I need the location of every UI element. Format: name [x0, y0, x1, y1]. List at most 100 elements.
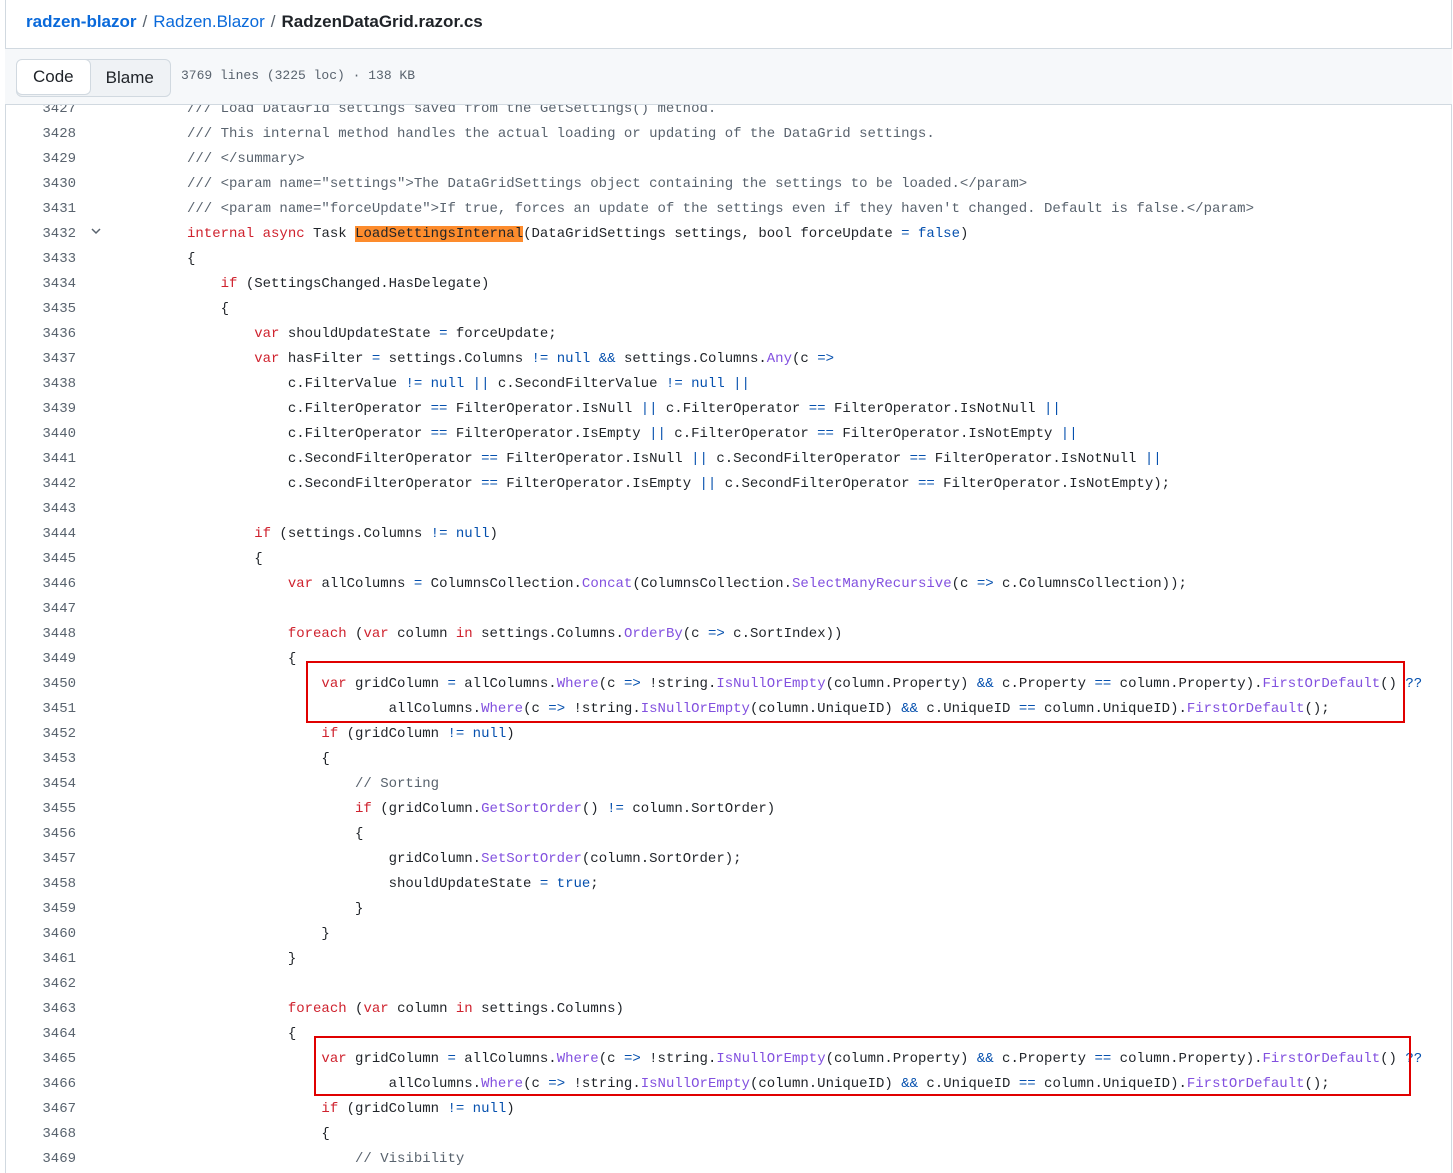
line-number[interactable]: 3429 [5, 147, 76, 172]
code-text[interactable]: allColumns.Where(c => !string.IsNullOrEm… [187, 1072, 1330, 1097]
breadcrumb-dir-link[interactable]: Radzen.Blazor [153, 12, 265, 31]
line-number[interactable]: 3432 [5, 222, 76, 247]
line-number[interactable]: 3454 [5, 772, 76, 797]
line-number[interactable]: 3439 [5, 397, 76, 422]
breadcrumb-repo-link[interactable]: radzen-blazor [26, 12, 137, 31]
line-number[interactable]: 3436 [5, 322, 76, 347]
code-text[interactable]: } [187, 897, 363, 922]
line-number[interactable]: 3468 [5, 1122, 76, 1147]
line-number[interactable]: 3457 [5, 847, 76, 872]
line-number[interactable]: 3453 [5, 747, 76, 772]
line-number[interactable]: 3450 [5, 672, 76, 697]
code-text[interactable]: c.SecondFilterOperator == FilterOperator… [187, 447, 1162, 472]
blame-tab-button[interactable]: Blame [90, 60, 170, 96]
code-text[interactable]: if (gridColumn != null) [187, 722, 514, 747]
code-text[interactable]: /// </summary> [187, 147, 305, 172]
line-number[interactable]: 3448 [5, 622, 76, 647]
line-number[interactable]: 3435 [5, 297, 76, 322]
code-text[interactable]: // Sorting [187, 772, 439, 797]
code-line: 3428 /// This internal method handles the… [5, 122, 1452, 147]
code-text[interactable]: c.FilterOperator == FilterOperator.IsNul… [187, 397, 1061, 422]
code-text[interactable]: { [187, 1022, 296, 1047]
code-text[interactable]: /// This internal method handles the act… [187, 122, 935, 147]
code-text[interactable]: /// <param name="forceUpdate">If true, f… [187, 197, 1254, 222]
code-text[interactable]: { [187, 822, 363, 847]
code-text[interactable]: internal async Task LoadSettingsInternal… [187, 222, 968, 247]
line-number[interactable]: 3458 [5, 872, 76, 897]
line-number[interactable]: 3445 [5, 547, 76, 572]
line-number[interactable]: 3428 [5, 122, 76, 147]
code-text[interactable]: if (gridColumn.GetSortOrder() != column.… [187, 797, 775, 822]
line-number[interactable]: 3463 [5, 997, 76, 1022]
code-text[interactable]: { [187, 297, 229, 322]
code-line: 3430 /// <param name="settings">The DataG… [5, 172, 1452, 197]
code-text[interactable]: foreach (var column in settings.Columns.… [187, 622, 843, 647]
code-text[interactable]: var allColumns = ColumnsCollection.Conca… [187, 572, 1187, 597]
line-number[interactable]: 3441 [5, 447, 76, 472]
line-number[interactable]: 3460 [5, 922, 76, 947]
line-number[interactable]: 3449 [5, 647, 76, 672]
line-number[interactable]: 3444 [5, 522, 76, 547]
line-number[interactable]: 3461 [5, 947, 76, 972]
code-text[interactable]: shouldUpdateState = true; [187, 872, 599, 897]
line-number[interactable]: 3434 [5, 272, 76, 297]
code-text[interactable]: if (SettingsChanged.HasDelegate) [187, 272, 490, 297]
line-number[interactable]: 3427 [5, 105, 76, 122]
line-number[interactable]: 3431 [5, 197, 76, 222]
code-text[interactable]: var hasFilter = settings.Columns != null… [187, 347, 834, 372]
code-text[interactable]: /// Load DataGrid settings saved from th… [187, 105, 716, 122]
line-number[interactable]: 3466 [5, 1072, 76, 1097]
code-text[interactable]: c.FilterValue != null || c.SecondFilterV… [187, 372, 750, 397]
code-text[interactable]: if (gridColumn != null) [187, 1097, 514, 1122]
code-line: 3433 { [5, 247, 1452, 272]
code-text[interactable]: allColumns.Where(c => !string.IsNullOrEm… [187, 697, 1330, 722]
code-text[interactable]: // Visibility [187, 1147, 464, 1172]
line-number[interactable]: 3438 [5, 372, 76, 397]
code-line: 3443 [5, 497, 1452, 522]
line-number[interactable]: 3446 [5, 572, 76, 597]
line-number[interactable]: 3430 [5, 172, 76, 197]
code-text[interactable]: gridColumn.SetSortOrder(column.SortOrder… [187, 847, 742, 872]
code-line: 3464 { [5, 1022, 1452, 1047]
code-text[interactable]: } [187, 947, 296, 972]
code-line: 3453 { [5, 747, 1452, 772]
code-text[interactable]: { [187, 547, 262, 572]
line-number[interactable]: 3455 [5, 797, 76, 822]
line-number[interactable]: 3451 [5, 697, 76, 722]
code-text[interactable]: { [187, 747, 329, 772]
code-line: 3446 var allColumns = ColumnsCollection.… [5, 572, 1452, 597]
code-line: 3442 c.SecondFilterOperator == FilterOpe… [5, 472, 1452, 497]
line-number[interactable]: 3442 [5, 472, 76, 497]
code-text[interactable]: } [187, 922, 329, 947]
code-text[interactable]: var gridColumn = allColumns.Where(c => !… [187, 1047, 1422, 1072]
code-line: 3444 if (settings.Columns != null) [5, 522, 1452, 547]
code-tab-button[interactable]: Code [16, 60, 91, 95]
code-text[interactable]: { [187, 647, 296, 672]
line-number[interactable]: 3456 [5, 822, 76, 847]
line-number[interactable]: 3469 [5, 1147, 76, 1172]
code-text[interactable]: { [187, 247, 195, 272]
code-text[interactable]: c.SecondFilterOperator == FilterOperator… [187, 472, 1170, 497]
line-number[interactable]: 3465 [5, 1047, 76, 1072]
line-number[interactable]: 3459 [5, 897, 76, 922]
code-view: 3427 /// Load DataGrid settings saved fro… [5, 105, 1452, 1173]
code-text[interactable]: var gridColumn = allColumns.Where(c => !… [187, 672, 1422, 697]
code-text[interactable]: c.FilterOperator == FilterOperator.IsEmp… [187, 422, 1078, 447]
line-number[interactable]: 3443 [5, 497, 76, 522]
line-number[interactable]: 3447 [5, 597, 76, 622]
chevron-down-icon[interactable] [89, 222, 103, 247]
code-text[interactable]: if (settings.Columns != null) [187, 522, 498, 547]
line-number[interactable]: 3440 [5, 422, 76, 447]
code-line: 3465 var gridColumn = allColumns.Where(c… [5, 1047, 1452, 1072]
code-line: 3437 var hasFilter = settings.Columns !=… [5, 347, 1452, 372]
code-text[interactable]: foreach (var column in settings.Columns) [187, 997, 624, 1022]
code-text[interactable]: /// <param name="settings">The DataGridS… [187, 172, 1027, 197]
code-text[interactable]: var shouldUpdateState = forceUpdate; [187, 322, 556, 347]
code-text[interactable]: { [187, 1122, 329, 1147]
line-number[interactable]: 3452 [5, 722, 76, 747]
line-number[interactable]: 3464 [5, 1022, 76, 1047]
line-number[interactable]: 3433 [5, 247, 76, 272]
line-number[interactable]: 3462 [5, 972, 76, 997]
line-number[interactable]: 3437 [5, 347, 76, 372]
line-number[interactable]: 3467 [5, 1097, 76, 1122]
